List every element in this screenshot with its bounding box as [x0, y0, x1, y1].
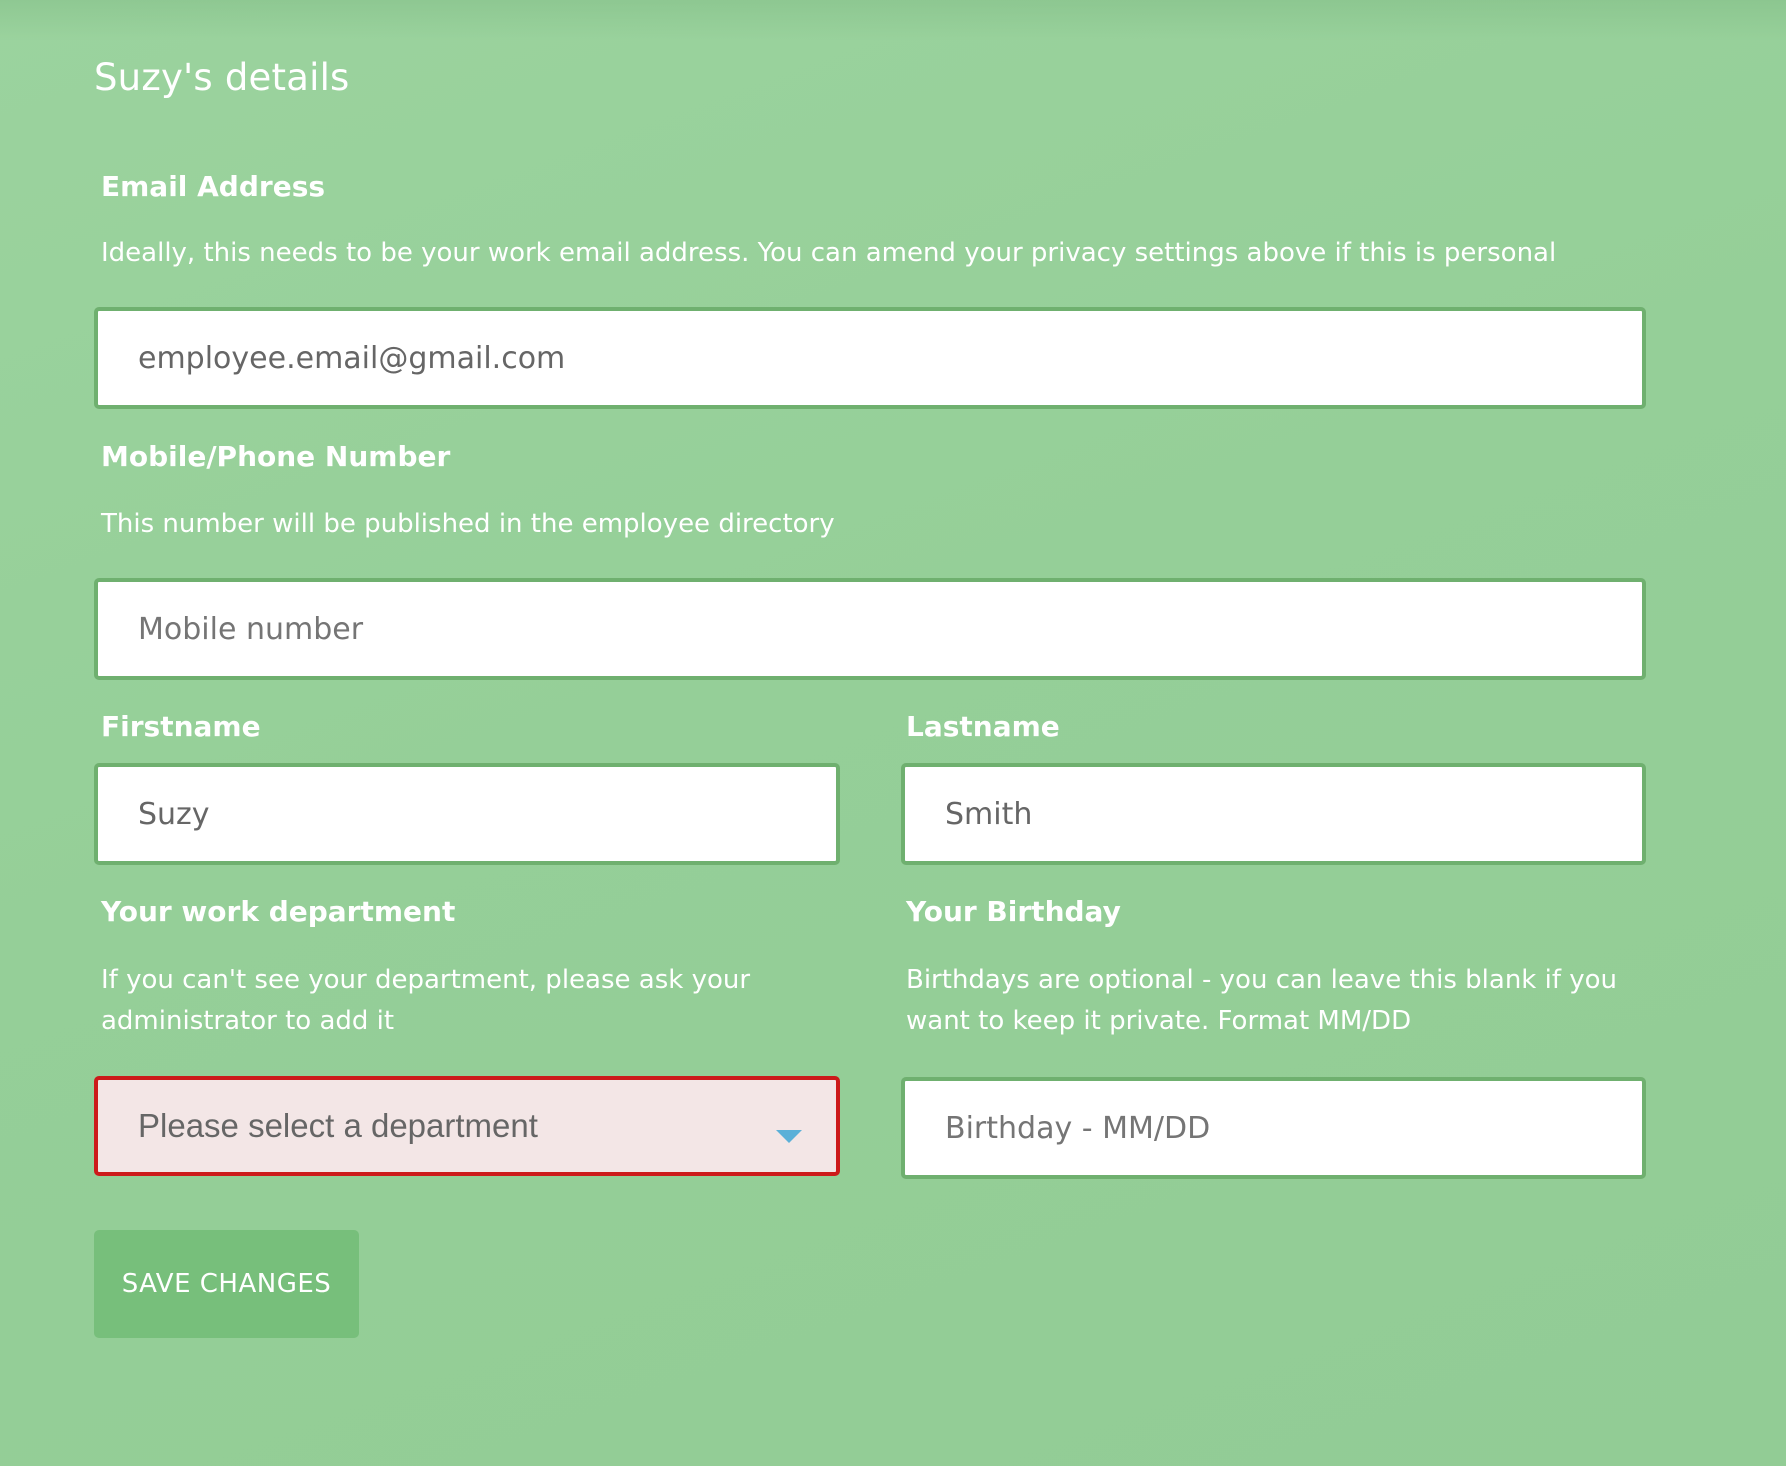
page-title: Suzy's details [94, 56, 350, 99]
save-changes-button[interactable]: SAVE CHANGES [94, 1230, 359, 1338]
department-help-line-1: If you can't see your department, please… [101, 965, 751, 995]
email-help-text: Ideally, this needs to be your work emai… [101, 238, 1557, 268]
phone-help-text: This number will be published in the emp… [101, 509, 835, 539]
caret-down-icon [776, 1130, 802, 1143]
birthday-label: Your Birthday [906, 895, 1121, 928]
top-shade [0, 0, 1786, 40]
email-label: Email Address [101, 170, 326, 203]
lastname-field[interactable] [901, 763, 1646, 865]
firstname-label: Firstname [101, 710, 261, 743]
firstname-field[interactable] [94, 763, 840, 865]
department-help-line-2: administrator to add it [101, 1006, 395, 1036]
phone-label: Mobile/Phone Number [101, 440, 451, 473]
lastname-label: Lastname [906, 710, 1060, 743]
department-help-text: If you can't see your department, please… [101, 960, 750, 1042]
email-field[interactable] [94, 307, 1646, 409]
birthday-help-line-2: want to keep it private. Format MM/DD [906, 1006, 1412, 1036]
phone-field[interactable] [94, 578, 1646, 680]
birthday-help-line-1: Birthdays are optional - you can leave t… [906, 965, 1618, 995]
department-select[interactable]: Please select a department [94, 1076, 840, 1176]
department-selected-value: Please select a department [138, 1107, 538, 1144]
department-label: Your work department [101, 895, 456, 928]
birthday-field[interactable] [901, 1077, 1646, 1179]
birthday-help-text: Birthdays are optional - you can leave t… [906, 960, 1617, 1042]
